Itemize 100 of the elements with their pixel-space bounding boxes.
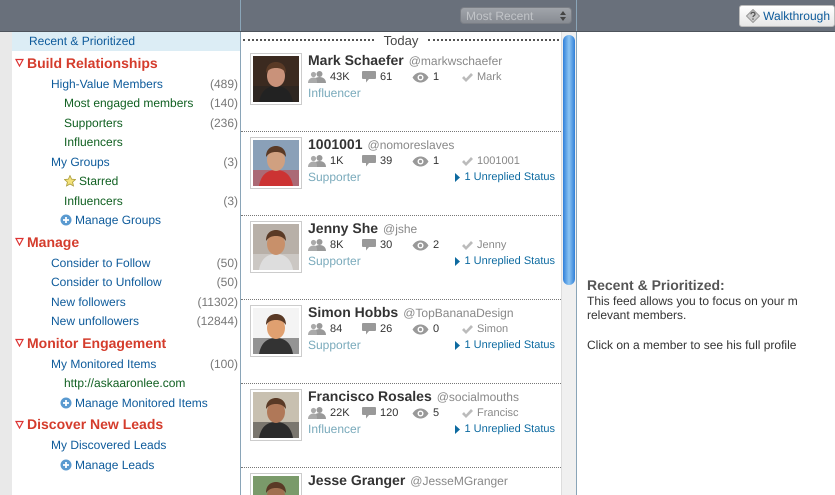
view-count: 0 bbox=[433, 323, 440, 335]
member-handle: @JesseMGranger bbox=[410, 474, 508, 488]
member-tag: Supporter bbox=[308, 170, 361, 184]
people-icon bbox=[308, 239, 326, 251]
check-icon bbox=[462, 240, 473, 250]
sidebar-item[interactable]: Consider to Follow bbox=[51, 256, 150, 270]
member-name[interactable]: Simon Hobbs bbox=[308, 304, 398, 320]
section-heading[interactable]: Monitor Engagement bbox=[27, 334, 166, 350]
unreplied-link[interactable]: 1 Unreplied Status bbox=[454, 171, 555, 183]
sidebar-item[interactable]: http://askaaronlee.com bbox=[64, 376, 186, 390]
owner-name: Francisc bbox=[477, 407, 519, 419]
speech-bubble-icon bbox=[362, 155, 376, 167]
item-count: (489) bbox=[210, 76, 238, 91]
item-count: (100) bbox=[210, 356, 238, 371]
collapse-triangle-icon[interactable] bbox=[15, 338, 24, 347]
info-text: relevant members. bbox=[587, 308, 688, 322]
section-heading[interactable]: Manage bbox=[27, 234, 80, 250]
sidebar-item[interactable]: My Monitored Items bbox=[51, 356, 156, 371]
sidebar-item[interactable]: Starred bbox=[64, 174, 118, 188]
speech-bubble-icon bbox=[362, 71, 376, 83]
avatar-frame[interactable] bbox=[250, 221, 302, 273]
check-icon bbox=[462, 72, 473, 82]
info-title: Recent & Prioritized: bbox=[587, 277, 726, 293]
view-count: 2 bbox=[433, 239, 440, 251]
eye-icon bbox=[412, 156, 429, 166]
member-handle: @nomoreslaves bbox=[368, 138, 454, 152]
member-name[interactable]: Jesse Granger bbox=[308, 472, 406, 488]
item-count: (12844) bbox=[196, 314, 238, 328]
walkthrough-button[interactable]: Walkthrough bbox=[739, 4, 835, 26]
member-name[interactable]: Jenny She bbox=[308, 220, 378, 236]
member-tag: Influencer bbox=[308, 422, 361, 436]
collapse-triangle-icon[interactable] bbox=[15, 237, 24, 246]
member-handle: @markwschaefer bbox=[408, 54, 502, 68]
sidebar-item[interactable]: Manage Monitored Items bbox=[60, 396, 208, 410]
info-text: Click on a member to see his full profile bbox=[587, 338, 798, 352]
unreplied-link[interactable]: 1 Unreplied Status bbox=[454, 339, 555, 351]
view-count: 5 bbox=[433, 407, 440, 419]
people-icon bbox=[308, 323, 326, 335]
member-name[interactable]: Mark Schaefer bbox=[308, 52, 404, 68]
sidebar-item[interactable]: Manage Groups bbox=[60, 213, 162, 228]
speech-bubble-icon bbox=[362, 323, 376, 335]
sidebar-item[interactable]: Supporters bbox=[64, 116, 123, 130]
speech-bubble-icon bbox=[362, 407, 376, 419]
reply-count: 61 bbox=[380, 71, 392, 83]
scrollbar[interactable] bbox=[561, 32, 576, 495]
view-count: 1 bbox=[433, 71, 440, 83]
collapse-triangle-icon[interactable] bbox=[15, 58, 24, 67]
member-handle: @socialmouths bbox=[436, 390, 519, 404]
star-icon bbox=[64, 175, 76, 188]
check-icon bbox=[462, 408, 473, 418]
member-name[interactable]: Francisco Rosales bbox=[308, 388, 432, 404]
sidebar-item[interactable]: Recent & Prioritized bbox=[12, 32, 240, 51]
member-name[interactable]: 1001001 bbox=[308, 136, 363, 152]
member-tag: Influencer bbox=[308, 86, 361, 100]
sidebar-item[interactable]: New unfollowers bbox=[51, 314, 140, 328]
member-tag: Supporter bbox=[308, 338, 361, 352]
item-count: (11302) bbox=[198, 294, 238, 309]
view-count: 1 bbox=[433, 155, 440, 167]
stepper-icon bbox=[560, 10, 566, 20]
unreplied-link[interactable]: 1 Unreplied Status bbox=[454, 255, 555, 267]
avatar-frame[interactable] bbox=[250, 305, 302, 357]
owner-name: Simon bbox=[477, 323, 508, 335]
sidebar-item[interactable]: Influencers bbox=[64, 194, 123, 208]
item-count: (3) bbox=[223, 154, 238, 169]
sidebar-item[interactable]: My Discovered Leads bbox=[51, 438, 166, 452]
help-icon bbox=[746, 8, 760, 22]
people-icon bbox=[308, 71, 326, 83]
item-count: (140) bbox=[210, 96, 238, 110]
plus-icon bbox=[60, 458, 72, 471]
follower-count: 22K bbox=[330, 407, 350, 419]
avatar-frame[interactable] bbox=[250, 389, 302, 441]
item-count: (3) bbox=[223, 194, 238, 208]
sidebar-item[interactable]: My Groups bbox=[51, 154, 110, 169]
unreplied-link[interactable]: 1 Unreplied Status bbox=[454, 423, 555, 435]
people-icon bbox=[308, 407, 326, 419]
item-count: (236) bbox=[210, 116, 238, 130]
check-icon bbox=[462, 324, 473, 334]
follower-count: 8K bbox=[330, 239, 344, 251]
sidebar-item[interactable]: New followers bbox=[51, 294, 126, 309]
sidebar-item[interactable]: Influencers bbox=[64, 135, 123, 150]
sidebar-item[interactable]: Manage Leads bbox=[60, 458, 154, 472]
sidebar-item[interactable]: Consider to Unfollow bbox=[51, 275, 162, 290]
scrollbar-thumb[interactable] bbox=[563, 35, 575, 285]
plus-icon bbox=[60, 214, 72, 226]
reply-count: 39 bbox=[380, 155, 392, 167]
sidebar-item[interactable]: Most engaged members bbox=[64, 96, 194, 110]
item-count: (50) bbox=[216, 256, 238, 270]
avatar-frame[interactable] bbox=[250, 53, 302, 105]
sidebar-item[interactable]: High-Value Members bbox=[51, 76, 163, 91]
reply-count: 26 bbox=[380, 323, 392, 335]
collapse-triangle-icon[interactable] bbox=[15, 420, 24, 428]
item-count: (50) bbox=[216, 275, 238, 290]
eye-icon bbox=[412, 72, 429, 82]
section-heading[interactable]: Discover New Leads bbox=[27, 416, 164, 432]
section-heading[interactable]: Build Relationships bbox=[27, 54, 158, 70]
avatar-frame[interactable] bbox=[250, 137, 302, 189]
check-icon bbox=[462, 156, 473, 166]
eye-icon bbox=[412, 240, 429, 250]
triangle-icon bbox=[454, 172, 460, 182]
triangle-icon bbox=[454, 340, 460, 350]
